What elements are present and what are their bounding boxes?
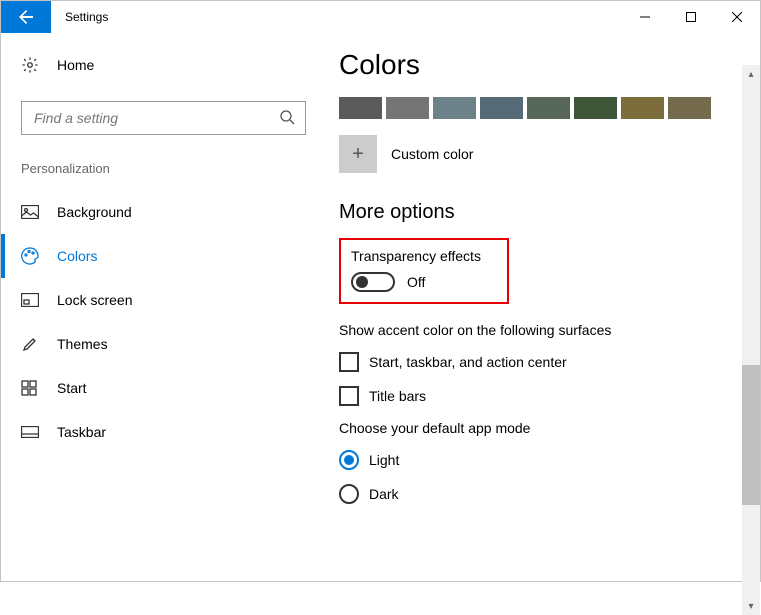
accent-surfaces-label: Show accent color on the following surfa…	[339, 322, 730, 338]
home-label: Home	[57, 57, 94, 73]
custom-color-label: Custom color	[391, 146, 473, 162]
color-swatch[interactable]	[527, 97, 570, 119]
color-swatch[interactable]	[574, 97, 617, 119]
sidebar-item-label: Lock screen	[57, 292, 132, 308]
color-swatch[interactable]	[480, 97, 523, 119]
sidebar-item-label: Themes	[57, 336, 108, 352]
toggle-knob	[356, 276, 368, 288]
window-controls	[622, 1, 760, 33]
sidebar-item-start[interactable]: Start	[1, 366, 291, 410]
checkbox-label: Start, taskbar, and action center	[369, 354, 567, 370]
sidebar-item-label: Taskbar	[57, 424, 106, 440]
checkbox-icon	[339, 386, 359, 406]
search-box[interactable]	[21, 101, 306, 135]
picture-icon	[21, 205, 45, 219]
sidebar-item-label: Start	[57, 380, 87, 396]
transparency-label: Transparency effects	[351, 248, 481, 264]
radio-dark[interactable]: Dark	[339, 484, 730, 504]
scroll-down-icon[interactable]: ▾	[742, 597, 760, 615]
brush-icon	[21, 335, 45, 353]
radio-icon	[339, 450, 359, 470]
color-swatch[interactable]	[621, 97, 664, 119]
transparency-toggle[interactable]	[351, 272, 395, 292]
back-button[interactable]	[1, 1, 51, 33]
start-icon	[21, 380, 45, 396]
vertical-scrollbar[interactable]: ▴ ▾	[742, 65, 760, 615]
highlight-transparency: Transparency effects Off	[339, 238, 509, 304]
palette-icon	[21, 247, 45, 265]
arrow-left-icon	[18, 9, 34, 25]
home-nav[interactable]: Home	[21, 45, 291, 85]
lockscreen-icon	[21, 293, 45, 307]
close-button[interactable]	[714, 1, 760, 33]
gear-icon	[21, 56, 45, 74]
maximize-button[interactable]	[668, 1, 714, 33]
color-swatch[interactable]	[668, 97, 711, 119]
sidebar-item-colors[interactable]: Colors	[1, 234, 291, 278]
checkbox-label: Title bars	[369, 388, 426, 404]
scroll-up-icon[interactable]: ▴	[742, 65, 760, 83]
sidebar-item-background[interactable]: Background	[1, 190, 291, 234]
window-title: Settings	[65, 10, 622, 24]
sidebar-item-label: Colors	[57, 248, 97, 264]
sidebar-item-taskbar[interactable]: Taskbar	[1, 410, 291, 454]
sidebar: Home Personalization Background Colors L…	[1, 33, 311, 583]
titlebar: Settings	[1, 1, 760, 33]
search-input[interactable]	[32, 109, 279, 127]
color-swatch[interactable]	[386, 97, 429, 119]
plus-icon: +	[339, 135, 377, 173]
radio-label: Light	[369, 452, 399, 468]
more-options-heading: More options	[339, 201, 730, 224]
app-mode-label: Choose your default app mode	[339, 420, 730, 436]
color-swatch[interactable]	[433, 97, 476, 119]
sidebar-item-themes[interactable]: Themes	[1, 322, 291, 366]
radio-light[interactable]: Light	[339, 450, 730, 470]
sidebar-item-label: Background	[57, 204, 132, 220]
checkbox-icon	[339, 352, 359, 372]
taskbar-icon	[21, 426, 45, 438]
color-swatch-row	[339, 97, 730, 119]
radio-label: Dark	[369, 486, 399, 502]
main-content: Colors + Custom color More options Trans…	[311, 33, 760, 583]
transparency-state: Off	[407, 274, 425, 290]
category-heading: Personalization	[21, 161, 291, 176]
scroll-thumb[interactable]	[742, 365, 760, 505]
checkbox-titlebars[interactable]: Title bars	[339, 386, 730, 406]
search-icon	[279, 109, 295, 128]
checkbox-start-taskbar[interactable]: Start, taskbar, and action center	[339, 352, 730, 372]
sidebar-item-lock-screen[interactable]: Lock screen	[1, 278, 291, 322]
radio-icon	[339, 484, 359, 504]
page-title: Colors	[339, 49, 730, 81]
color-swatch[interactable]	[339, 97, 382, 119]
minimize-button[interactable]	[622, 1, 668, 33]
custom-color-row[interactable]: + Custom color	[339, 135, 730, 173]
